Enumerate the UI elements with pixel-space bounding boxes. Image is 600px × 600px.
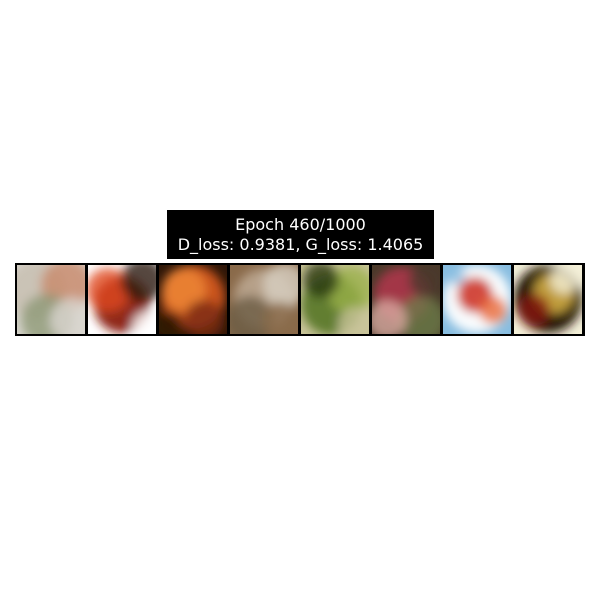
generated-sample-8 (514, 265, 582, 334)
generated-sample-5-image (301, 265, 369, 334)
generated-sample-3 (159, 265, 227, 334)
generated-sample-4-image (230, 265, 298, 334)
figure-title: Epoch 460/1000 D_loss: 0.9381, G_loss: 1… (167, 210, 434, 259)
generated-sample-4 (230, 265, 298, 334)
generated-sample-1 (17, 265, 85, 334)
generated-sample-6-image (372, 265, 440, 334)
generated-sample-7-image (443, 265, 511, 334)
epoch-label: Epoch 460/1000 (235, 214, 366, 234)
generated-sample-8-image (514, 265, 582, 334)
generated-sample-5 (301, 265, 369, 334)
generated-sample-2 (88, 265, 156, 334)
generated-sample-2-image (88, 265, 156, 334)
generated-sample-6 (372, 265, 440, 334)
loss-label: D_loss: 0.9381, G_loss: 1.4065 (177, 234, 424, 254)
generated-sample-1-image (17, 265, 85, 334)
generated-sample-3-image (159, 265, 227, 334)
generated-sample-7 (443, 265, 511, 334)
sample-grid (15, 263, 585, 336)
